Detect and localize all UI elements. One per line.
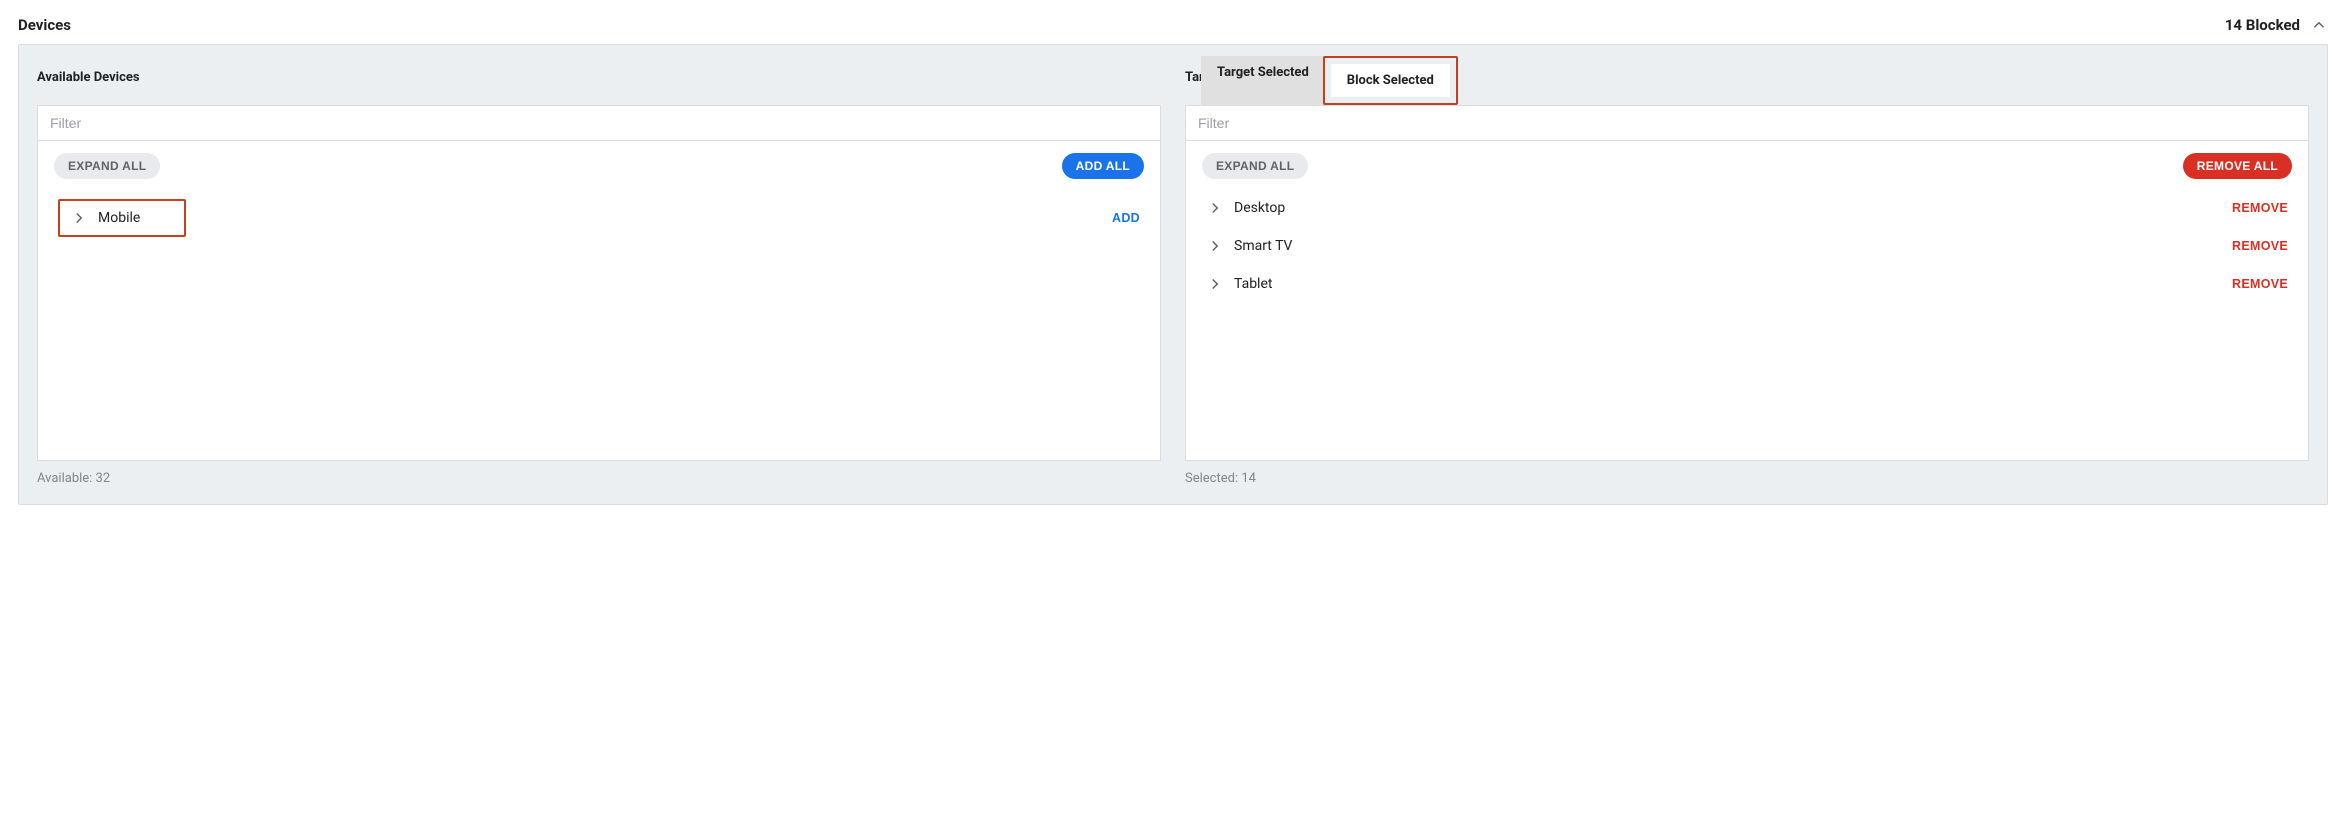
- list-item: Desktop REMOVE: [1202, 189, 2292, 227]
- targeted-items: Desktop REMOVE Smart TV REMOVE Tablet: [1202, 189, 2292, 448]
- chevron-right-icon: [1206, 237, 1224, 255]
- item-left[interactable]: Tablet: [1206, 275, 1272, 293]
- chevron-right-icon: [70, 209, 88, 227]
- highlighted-tab: Block Selected: [1323, 56, 1458, 105]
- targeted-expand-all-button[interactable]: EXPAND ALL: [1202, 153, 1308, 179]
- available-items: Mobile ADD: [54, 189, 1144, 448]
- blocked-count: 14 Blocked: [2225, 16, 2300, 34]
- list-item: Mobile ADD: [54, 189, 1144, 247]
- targeted-toolbar: EXPAND ALL REMOVE ALL: [1202, 153, 2292, 179]
- available-list: EXPAND ALL ADD ALL Mobile ADD: [37, 141, 1161, 461]
- highlighted-item: Mobile: [58, 199, 186, 237]
- item-label: Smart TV: [1234, 238, 1292, 254]
- chevron-right-icon: [1206, 199, 1224, 217]
- remove-button[interactable]: REMOVE: [2232, 277, 2288, 291]
- remove-all-button[interactable]: REMOVE ALL: [2183, 153, 2292, 179]
- targeted-tabs: Target Selected Block Selected: [1185, 56, 1458, 105]
- available-filter-input[interactable]: [37, 105, 1161, 141]
- available-expand-all-button[interactable]: EXPAND ALL: [54, 153, 160, 179]
- item-label: Mobile: [98, 210, 140, 226]
- item-left[interactable]: Desktop: [1206, 199, 1285, 217]
- targeted-list: EXPAND ALL REMOVE ALL Desktop REMOVE Sma…: [1185, 141, 2309, 461]
- remove-button[interactable]: REMOVE: [2232, 239, 2288, 253]
- item-left[interactable]: Smart TV: [1206, 237, 1292, 255]
- targeted-footer: Selected: 14: [1185, 471, 2309, 486]
- tab-target-selected[interactable]: Target Selected: [1201, 56, 1325, 105]
- section-header-right: 14 Blocked: [2225, 16, 2328, 34]
- remove-button[interactable]: REMOVE: [2232, 201, 2288, 215]
- section-title: Devices: [18, 16, 71, 34]
- available-footer: Available: 32: [37, 471, 1161, 486]
- devices-panel: Available Devices EXPAND ALL ADD ALL Mob…: [18, 44, 2328, 505]
- item-label: Tablet: [1234, 276, 1272, 292]
- available-column: Available Devices EXPAND ALL ADD ALL Mob…: [37, 59, 1161, 486]
- targeted-column: Targeted Devices Target Selected Block S…: [1185, 59, 2309, 486]
- chevron-up-icon[interactable]: [2310, 16, 2328, 34]
- add-all-button[interactable]: ADD ALL: [1062, 153, 1144, 179]
- add-button[interactable]: ADD: [1112, 211, 1140, 225]
- targeted-filter-input[interactable]: [1185, 105, 2309, 141]
- list-item: Smart TV REMOVE: [1202, 227, 2292, 265]
- list-item: Tablet REMOVE: [1202, 265, 2292, 303]
- section-header: Devices 14 Blocked: [18, 12, 2328, 44]
- available-title: Available Devices: [37, 59, 1161, 95]
- targeted-header-row: Targeted Devices Target Selected Block S…: [1185, 59, 2309, 95]
- chevron-right-icon: [1206, 275, 1224, 293]
- tab-block-selected[interactable]: Block Selected: [1331, 64, 1450, 97]
- item-left[interactable]: Mobile: [64, 203, 180, 233]
- available-toolbar: EXPAND ALL ADD ALL: [54, 153, 1144, 179]
- item-label: Desktop: [1234, 200, 1285, 216]
